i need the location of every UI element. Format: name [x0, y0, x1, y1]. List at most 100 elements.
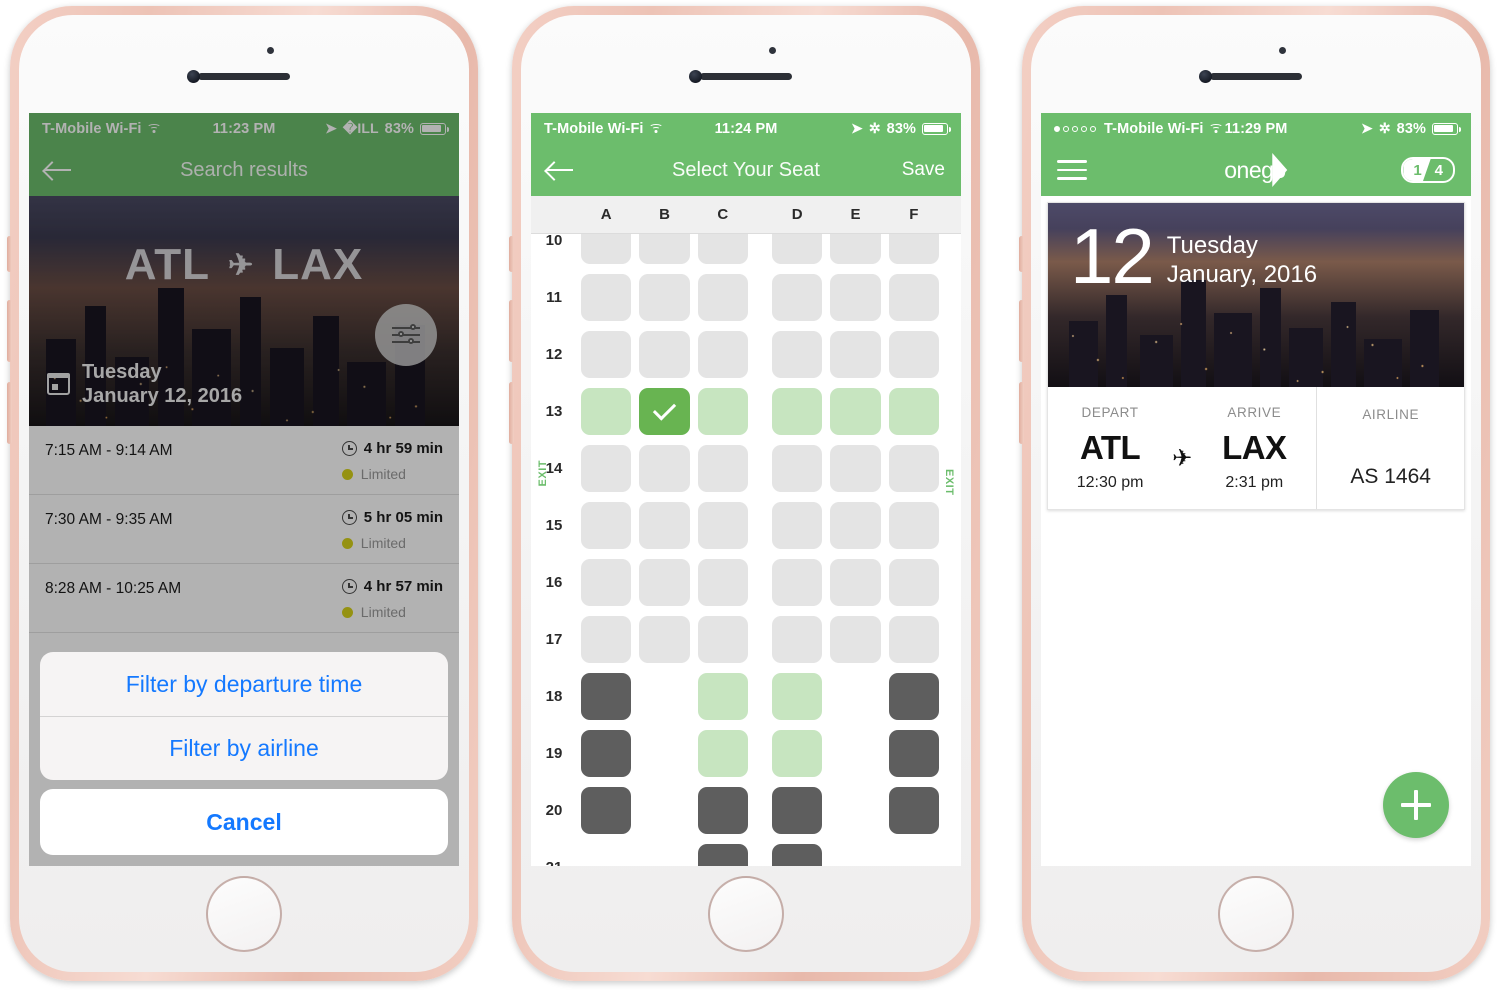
seat-14E: [830, 445, 881, 492]
seat-column-header: A B C D E F: [531, 196, 961, 234]
nav-bar: Select Your Seat Save: [531, 144, 961, 196]
battery-percent-label: 83%: [1396, 120, 1426, 137]
seat-13B[interactable]: [639, 388, 690, 435]
trip-counter-badge[interactable]: 1 4: [1401, 157, 1455, 183]
seat-21F: [889, 844, 939, 866]
location-arrow-icon: ➤: [1360, 120, 1373, 136]
column-label-e: E: [850, 206, 861, 223]
badge-current: 1: [1403, 159, 1431, 181]
seat-18F: [888, 673, 939, 720]
seat-17A: [581, 616, 632, 663]
arrive-column: ARRIVE LAX 2:31 pm: [1192, 405, 1316, 492]
route-columns: DEPART ATL 12:30 pm ✈ ARRIVE LAX 2:31 pm: [1048, 387, 1316, 509]
status-bar-left: T-Mobile Wi-Fi: [544, 121, 664, 137]
seat-10C: [697, 234, 748, 264]
trip-card[interactable]: 12 Tuesday January, 2016 DEPART ATL 12:3…: [1047, 202, 1465, 510]
status-bar-right: ➤ ✲ 83%: [1360, 120, 1461, 137]
clock-label: 11:29 PM: [1224, 120, 1288, 137]
seat-row-number: 17: [545, 631, 563, 648]
volume-down-button: [1019, 382, 1024, 444]
earpiece-speaker: [1210, 73, 1302, 80]
filter-by-airline-button[interactable]: Filter by airline: [40, 716, 448, 780]
seat-10B: [639, 234, 690, 264]
seat-19C[interactable]: [697, 730, 748, 777]
back-arrow-icon[interactable]: [547, 160, 575, 180]
add-trip-button[interactable]: [1383, 772, 1449, 838]
seat-row-number: 21: [531, 859, 577, 866]
seat-row: 14 EXIT EXIT: [531, 440, 961, 497]
status-bar: T-Mobile Wi-Fi 11:24 PM ➤ ✲ 83%: [531, 113, 961, 144]
seat-18B: [639, 673, 689, 720]
seat-11B: [639, 274, 690, 321]
seat-17B: [639, 616, 690, 663]
flight-number: AS 1464: [1350, 465, 1431, 488]
seat-18D[interactable]: [771, 673, 823, 720]
seat-row: 17: [531, 611, 961, 668]
seat-13C[interactable]: [697, 388, 748, 435]
depart-airport-code: ATL: [1079, 428, 1141, 466]
column-label-a: A: [600, 206, 612, 223]
home-button[interactable]: [206, 876, 282, 952]
status-bar: T-Mobile Wi-Fi 11:29 PM ➤ ✲ 83%: [1041, 113, 1471, 144]
cancel-button[interactable]: Cancel: [40, 789, 448, 855]
proximity-sensor: [267, 47, 274, 54]
seat-21A: [581, 844, 631, 866]
seat-15A: [581, 502, 632, 549]
seat-row-number: 12: [545, 346, 563, 363]
battery-icon: [922, 122, 951, 135]
logo-chevron-icon: [1272, 153, 1288, 187]
seat-20A: [581, 787, 632, 834]
seat-11D: [771, 274, 823, 321]
volume-up-button: [7, 300, 12, 362]
status-bar-left: T-Mobile Wi-Fi: [1054, 121, 1224, 137]
depart-column: DEPART ATL 12:30 pm: [1048, 405, 1172, 492]
hamburger-icon[interactable]: [1057, 160, 1087, 180]
seat-13F[interactable]: [888, 388, 939, 435]
wifi-icon: [649, 123, 664, 135]
exit-label-left: EXIT: [537, 460, 549, 487]
seat-21B: [639, 844, 689, 866]
seat-19B: [639, 730, 689, 777]
action-sheet: Filter by departure time Filter by airli…: [40, 652, 448, 855]
seat-17F: [888, 616, 939, 663]
seat-map[interactable]: 1011121314EXITEXIT15161718192021: [531, 234, 961, 866]
nav-bar: onego 1 4: [1041, 144, 1471, 196]
front-camera: [187, 70, 200, 83]
seat-16F: [888, 559, 939, 606]
seat-19D[interactable]: [771, 730, 823, 777]
column-label-b: B: [659, 206, 670, 223]
three-phone-showcase: T-Mobile Wi-Fi 11:23 PM ➤ �ILL 83% Searc…: [0, 0, 1500, 1000]
home-button[interactable]: [708, 876, 784, 952]
check-icon: [652, 397, 677, 421]
seat-13D[interactable]: [771, 388, 823, 435]
seat-16B: [639, 559, 690, 606]
home-button[interactable]: [1218, 876, 1294, 952]
screen-trip-overview: T-Mobile Wi-Fi 11:29 PM ➤ ✲ 83% onego 1 …: [1041, 113, 1471, 866]
filter-by-departure-time-button[interactable]: Filter by departure time: [40, 652, 448, 716]
seat-19A: [581, 730, 632, 777]
phone-search-results: T-Mobile Wi-Fi 11:23 PM ➤ �ILL 83% Searc…: [7, 0, 478, 985]
plane-icon: ✈: [1172, 444, 1193, 472]
battery-icon: [1432, 122, 1461, 135]
seat-13A[interactable]: [581, 388, 632, 435]
seat-row: 12: [531, 326, 961, 383]
seat-rows-container: 1011121314EXITEXIT15161718192021: [531, 234, 961, 866]
proximity-sensor: [769, 47, 776, 54]
seat-21C: [697, 844, 748, 866]
volume-down-button: [7, 382, 12, 444]
airline-column: AIRLINE AS 1464: [1316, 387, 1464, 509]
save-button[interactable]: Save: [902, 159, 945, 181]
seat-13E[interactable]: [830, 388, 881, 435]
seat-17C: [697, 616, 748, 663]
trip-weekday: Tuesday: [1166, 232, 1258, 259]
seat-16D: [771, 559, 823, 606]
seat-18C[interactable]: [697, 673, 748, 720]
clock-label: 11:24 PM: [714, 120, 778, 137]
seat-10F: [888, 234, 939, 264]
volume-up-button: [509, 300, 514, 362]
trip-day-number: 12: [1070, 212, 1155, 300]
seat-10D: [771, 234, 823, 264]
badge-total: 4: [1434, 161, 1443, 179]
seat-12C: [697, 331, 748, 378]
seat-row-number: 18: [545, 688, 563, 705]
